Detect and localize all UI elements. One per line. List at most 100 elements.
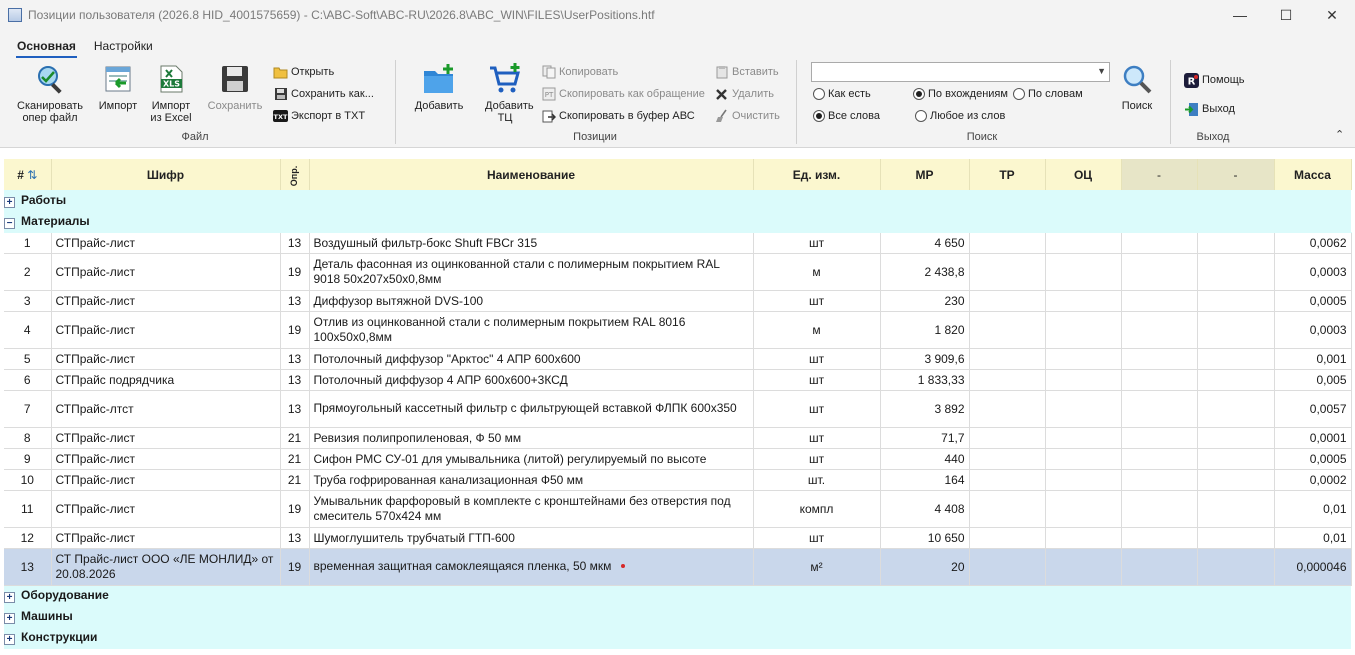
table-row[interactable]: 4 СТПрайс-лист 19 Отлив из оцинкованной ста… xyxy=(4,311,1352,349)
cell-tr[interactable] xyxy=(969,311,1046,349)
cell-oc[interactable] xyxy=(1045,390,1122,428)
cell-code[interactable]: СТПрайс-лист xyxy=(51,290,281,312)
cell-unit[interactable]: шт xyxy=(753,232,881,254)
radio-all-words[interactable]: Все слова xyxy=(813,108,880,124)
cell-opr[interactable]: 13 xyxy=(280,290,310,312)
cell-mr[interactable]: 164 xyxy=(880,469,970,491)
cell-dash-1[interactable] xyxy=(1121,427,1198,449)
cell-opr[interactable]: 21 xyxy=(280,469,310,491)
cell-name[interactable]: Потолочный диффузор 4 АПР 600х600+3КСД xyxy=(309,369,754,391)
cell-dash-2[interactable] xyxy=(1197,290,1275,312)
cell-mass[interactable]: 0,000046 xyxy=(1274,548,1352,586)
cell-dash-1[interactable] xyxy=(1121,527,1198,549)
radio-by-words[interactable]: По словам xyxy=(1013,86,1083,102)
cell-dash-2[interactable] xyxy=(1197,427,1275,449)
delete-button[interactable]: Удалить xyxy=(714,85,774,103)
cell-mr[interactable]: 71,7 xyxy=(880,427,970,449)
search-combobox[interactable]: ▼ xyxy=(811,62,1110,82)
cell-unit[interactable]: шт xyxy=(753,348,881,370)
col-header-unit[interactable]: Ед. изм. xyxy=(753,159,881,190)
cell-mass[interactable]: 0,0001 xyxy=(1274,427,1352,449)
table-row[interactable]: 9 СТПрайс-лист 21 Сифон РМС СУ-01 для умыва… xyxy=(4,448,1352,470)
cell-mr[interactable]: 1 820 xyxy=(880,311,970,349)
cell-dash-2[interactable] xyxy=(1197,369,1275,391)
copy-button[interactable]: Копировать xyxy=(541,63,618,81)
cell-mass[interactable]: 0,01 xyxy=(1274,490,1352,528)
cell-code[interactable]: СТ Прайс-лист ООО «ЛЕ МОНЛИД» от 20.08.2… xyxy=(51,548,281,586)
cell-dash-1[interactable] xyxy=(1121,348,1198,370)
import-excel-button[interactable]: XLS Импорт из Excel xyxy=(148,62,194,124)
cell-code[interactable]: СТПрайс-лист xyxy=(51,311,281,349)
cell-number[interactable]: 6 xyxy=(4,369,52,391)
cell-opr[interactable]: 19 xyxy=(280,548,310,586)
col-header-name[interactable]: Наименование xyxy=(309,159,754,190)
maximize-button[interactable]: ☐ xyxy=(1263,0,1309,30)
col-header-tr[interactable]: ТР xyxy=(969,159,1046,190)
cell-mass[interactable]: 0,0057 xyxy=(1274,390,1352,428)
cell-opr[interactable]: 13 xyxy=(280,527,310,549)
col-header-oc[interactable]: ОЦ xyxy=(1045,159,1122,190)
cell-name[interactable]: Ревизия полипропиленовая, Ф 50 мм xyxy=(309,427,754,449)
expand-icon[interactable]: + xyxy=(4,634,15,645)
cell-code[interactable]: СТПрайс-лист xyxy=(51,527,281,549)
cell-tr[interactable] xyxy=(969,469,1046,491)
cell-mr[interactable]: 4 408 xyxy=(880,490,970,528)
cell-tr[interactable] xyxy=(969,348,1046,370)
cell-code[interactable]: СТПрайс-лист xyxy=(51,469,281,491)
cell-name[interactable]: Шумоглушитель трубчатый ГТП-600 xyxy=(309,527,754,549)
group-row[interactable]: − Материалы xyxy=(4,211,1351,233)
radio-by-occurrence[interactable]: По вхождениям xyxy=(913,86,1008,102)
cell-number[interactable]: 11 xyxy=(4,490,52,528)
cell-code[interactable]: СТПрайс-лист xyxy=(51,448,281,470)
cell-number[interactable]: 5 xyxy=(4,348,52,370)
cell-dash-2[interactable] xyxy=(1197,232,1275,254)
close-button[interactable]: ✕ xyxy=(1309,0,1355,30)
cell-number[interactable]: 10 xyxy=(4,469,52,491)
cell-dash-2[interactable] xyxy=(1197,469,1275,491)
exit-button[interactable]: Выход xyxy=(1184,100,1235,118)
cell-mr[interactable]: 10 650 xyxy=(880,527,970,549)
scan-operfile-button[interactable]: Сканировать опер файл xyxy=(14,62,86,124)
cell-number[interactable]: 13 xyxy=(4,548,52,586)
cell-tr[interactable] xyxy=(969,490,1046,528)
cell-opr[interactable]: 13 xyxy=(280,390,310,428)
cell-mr[interactable]: 4 650 xyxy=(880,232,970,254)
cell-tr[interactable] xyxy=(969,427,1046,449)
group-row[interactable]: + Машины xyxy=(4,606,1351,628)
minimize-button[interactable]: — xyxy=(1217,0,1263,30)
cell-unit[interactable]: шт xyxy=(753,427,881,449)
group-row[interactable]: + Конструкции xyxy=(4,627,1351,649)
add-tc-button[interactable]: Добавить ТЦ xyxy=(476,62,534,124)
cell-oc[interactable] xyxy=(1045,290,1122,312)
cell-dash-1[interactable] xyxy=(1121,469,1198,491)
cell-mr[interactable]: 440 xyxy=(880,448,970,470)
cell-code[interactable]: СТПрайс-лист xyxy=(51,427,281,449)
collapse-icon[interactable]: − xyxy=(4,218,15,229)
cell-opr[interactable]: 19 xyxy=(280,253,310,291)
cell-unit[interactable]: шт xyxy=(753,448,881,470)
cell-unit[interactable]: шт xyxy=(753,290,881,312)
table-row[interactable]: 2 СТПрайс-лист 19 Деталь фасонная из оцинко… xyxy=(4,253,1352,291)
radio-as-is[interactable]: Как есть xyxy=(813,86,871,102)
cell-number[interactable]: 12 xyxy=(4,527,52,549)
cell-name[interactable]: Диффузор вытяжной DVS-100 xyxy=(309,290,754,312)
cell-tr[interactable] xyxy=(969,448,1046,470)
cell-mr[interactable]: 1 833,33 xyxy=(880,369,970,391)
cell-oc[interactable] xyxy=(1045,427,1122,449)
save-as-button[interactable]: Сохранить как... xyxy=(273,85,374,103)
col-header-number[interactable]: # ⇅ xyxy=(4,159,52,190)
group-row[interactable]: + Оборудование xyxy=(4,585,1351,607)
cell-mr[interactable]: 2 438,8 xyxy=(880,253,970,291)
cell-mass[interactable]: 0,0062 xyxy=(1274,232,1352,254)
cell-dash-1[interactable] xyxy=(1121,490,1198,528)
cell-mr[interactable]: 3 892 xyxy=(880,390,970,428)
cell-mass[interactable]: 0,0005 xyxy=(1274,448,1352,470)
cell-number[interactable]: 2 xyxy=(4,253,52,291)
export-txt-button[interactable]: TXT Экспорт в TXT xyxy=(273,107,365,125)
cell-oc[interactable] xyxy=(1045,448,1122,470)
group-row[interactable]: + Работы xyxy=(4,190,1351,212)
paste-button[interactable]: Вставить xyxy=(714,63,779,81)
expand-icon[interactable]: + xyxy=(4,196,15,208)
cell-tr[interactable] xyxy=(969,290,1046,312)
cell-number[interactable]: 1 xyxy=(4,232,52,254)
